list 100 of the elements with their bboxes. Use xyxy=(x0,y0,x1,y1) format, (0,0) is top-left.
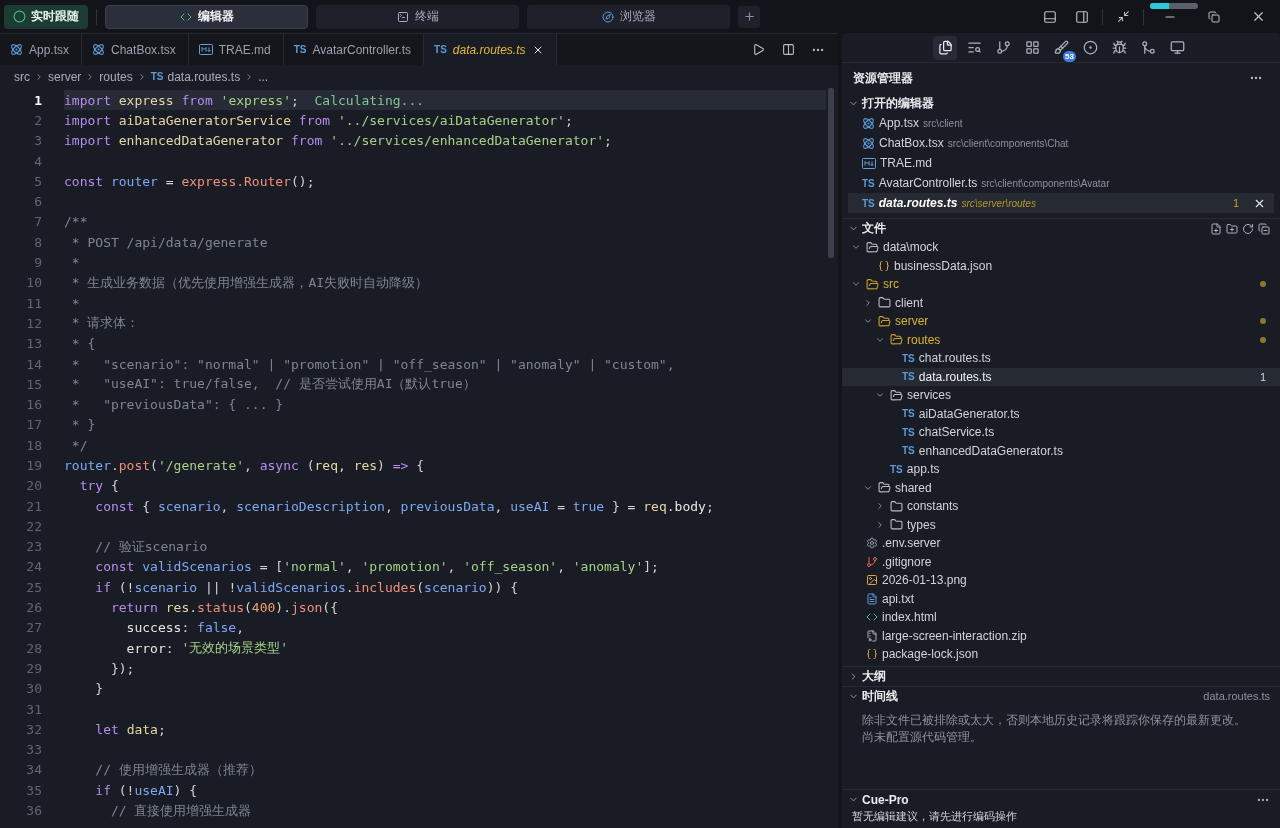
tree-item[interactable]: TS chat.routes.ts xyxy=(842,349,1280,368)
open-editor-item[interactable]: ChatBox.tsx src\client\components\Chat xyxy=(848,133,1274,153)
code-line: if (!useAI) { xyxy=(94,781,199,800)
line-number: 12 xyxy=(25,315,42,331)
follow-button[interactable]: 实时跟随 xyxy=(4,4,88,29)
line-number: 28 xyxy=(25,640,42,656)
atom-icon xyxy=(862,136,875,150)
document-icon xyxy=(198,44,213,55)
suggestion-message: 暂无编辑建议，请先进行编码操作 xyxy=(851,809,1018,824)
typescript-icon: TS xyxy=(902,445,915,457)
code-line: * "scenario": "normal" | "promotion" | "off_season" | "anomaly" | "custom", xyxy=(70,355,676,374)
open-editor-item[interactable]: TS AvatarController.ts src\client\components\Avatar xyxy=(848,173,1274,193)
modified-dot xyxy=(1260,318,1266,325)
folder-icon xyxy=(890,499,903,513)
tree-item[interactable]: index.html xyxy=(842,608,1280,627)
tree-item[interactable]: TS app.ts xyxy=(842,460,1280,479)
typescript-icon: TS xyxy=(434,44,447,55)
problem-count: 1 xyxy=(1232,197,1239,209)
mode-tab[interactable]: 终端 xyxy=(316,4,519,29)
tree-item[interactable]: TS chatService.ts xyxy=(842,423,1280,442)
breadcrumb-item[interactable]: ... xyxy=(258,69,269,84)
panel-title: 资源管理器 xyxy=(853,69,913,87)
open-editor-item[interactable]: TS data.routes.ts src\server\routes 1 xyxy=(848,193,1274,213)
editor-tab[interactable]: TRAE.md xyxy=(188,34,284,65)
files-icon[interactable] xyxy=(933,35,957,60)
mode-tab[interactable]: 浏览器 xyxy=(527,4,730,29)
editor-tab[interactable]: App.tsx xyxy=(0,34,83,65)
editor-tab[interactable]: TS data.routes.ts xyxy=(424,34,557,65)
code-line: const router = express.Router(); xyxy=(64,172,316,191)
code-line: */ xyxy=(70,436,89,455)
tree-item[interactable]: routes xyxy=(842,330,1280,349)
section-header[interactable]: 时间线 data.routes.ts xyxy=(842,685,1280,706)
document-icon xyxy=(862,157,876,169)
file-name: businessData.json xyxy=(894,258,993,273)
section-header[interactable]: 打开的编辑器 xyxy=(842,93,1280,113)
tree-item[interactable]: src xyxy=(842,275,1280,294)
tree-item[interactable]: .env.server xyxy=(842,534,1280,553)
line-number: 15 xyxy=(25,376,42,392)
chevron-right-icon xyxy=(875,501,885,512)
tree-item[interactable]: TS aiDataGenerator.ts xyxy=(842,404,1280,423)
chevron-right-icon xyxy=(34,71,44,82)
file-name: src xyxy=(883,277,899,292)
refresh-icon[interactable] xyxy=(1242,222,1254,235)
tree-item[interactable]: api.txt xyxy=(842,589,1280,608)
breadcrumb-item[interactable]: data.routes.ts xyxy=(167,69,241,84)
tree-item[interactable]: types xyxy=(842,515,1280,534)
tree-item[interactable]: TS enhancedDataGenerator.ts xyxy=(842,441,1280,460)
gear-icon xyxy=(866,537,878,550)
file-name: services xyxy=(907,388,951,403)
breadcrumb-item[interactable]: src xyxy=(14,69,30,84)
code-line: * "useAI": true/false, // 是否尝试使用AI（默认true） xyxy=(70,375,477,394)
mode-tab[interactable]: 编辑器 xyxy=(105,4,308,29)
tree-item[interactable]: services xyxy=(842,386,1280,405)
collapse-all-icon[interactable] xyxy=(1258,222,1270,235)
line-number: 30 xyxy=(25,681,42,697)
new-file-icon[interactable] xyxy=(1210,222,1222,235)
typescript-icon: TS xyxy=(902,408,915,420)
breadcrumb-item[interactable]: server xyxy=(48,69,82,84)
line-number: 21 xyxy=(25,498,42,514)
line-number: 10 xyxy=(25,275,42,291)
tree-item[interactable]: data\mock xyxy=(842,238,1280,257)
open-editor-item[interactable]: TRAE.md xyxy=(848,153,1274,173)
tree-item[interactable]: large-screen-interaction.zip xyxy=(842,626,1280,645)
breadcrumb-item[interactable]: routes xyxy=(99,69,133,84)
file-name: data.routes.ts xyxy=(1203,690,1270,702)
line-number: 1 xyxy=(33,92,42,108)
image-icon xyxy=(866,574,878,587)
count-badge: 53 xyxy=(1063,50,1076,62)
tree-item[interactable]: 2026-01-13.png xyxy=(842,571,1280,590)
tree-item[interactable]: constants xyxy=(842,497,1280,516)
open-editor-item[interactable]: App.tsx src\client xyxy=(848,113,1274,133)
plus-icon xyxy=(742,10,756,23)
scrollbar[interactable] xyxy=(828,88,834,258)
file-name: data\mock xyxy=(883,240,939,255)
file-name: aiDataGenerator.ts xyxy=(918,406,1020,421)
tree-item[interactable]: server xyxy=(842,312,1280,331)
tree-item[interactable]: TS data.routes.ts 1 xyxy=(842,367,1280,386)
code-line: // 验证scenario xyxy=(94,537,209,556)
file-name: index.html xyxy=(882,610,937,625)
line-number: 33 xyxy=(25,742,42,758)
tree-item[interactable]: .gitignore xyxy=(842,552,1280,571)
section-header[interactable]: Cue-Pro xyxy=(842,789,1280,809)
tree-item[interactable]: package-lock.json xyxy=(842,645,1280,664)
line-number: 17 xyxy=(25,417,42,433)
section-header[interactable]: 文件 xyxy=(842,218,1280,238)
tree-item[interactable]: shared xyxy=(842,478,1280,497)
line-number: 2 xyxy=(33,112,42,128)
modified-dot xyxy=(1260,336,1266,343)
section-header[interactable]: 大纲 xyxy=(842,665,1280,686)
tree-item[interactable]: businessData.json xyxy=(842,256,1280,275)
file-path: src\client\components\Chat xyxy=(947,137,1069,149)
tree-item[interactable]: client xyxy=(842,293,1280,312)
new-folder-icon[interactable] xyxy=(1226,222,1238,235)
code-line: * xyxy=(70,254,81,272)
file-name: app.ts xyxy=(906,462,940,477)
atom-icon xyxy=(862,116,875,130)
add-tab-button[interactable] xyxy=(738,5,760,28)
typescript-icon: TS xyxy=(862,177,875,189)
compass-icon xyxy=(601,10,614,23)
editor-tab[interactable]: ChatBox.tsx xyxy=(82,34,189,65)
